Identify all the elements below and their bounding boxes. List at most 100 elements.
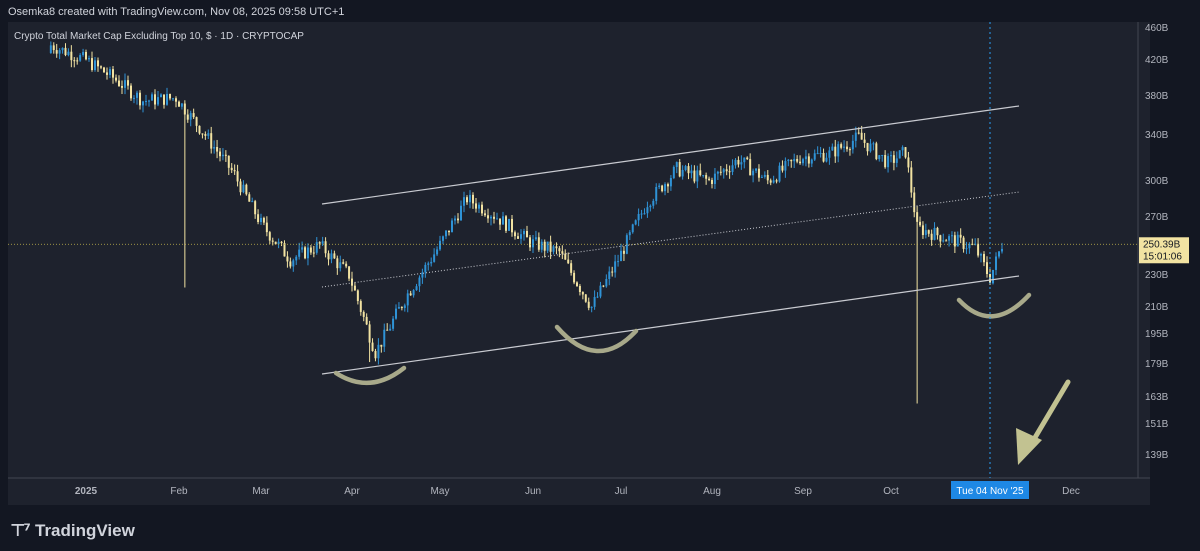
- candle-body: [103, 67, 105, 73]
- candle-body: [127, 80, 129, 86]
- candle-body: [784, 160, 787, 171]
- channel-lower-line[interactable]: [321, 275, 1020, 375]
- candle-body: [245, 184, 248, 195]
- candle-body: [816, 153, 819, 155]
- candle-body: [469, 194, 471, 203]
- candle-body: [475, 203, 477, 209]
- candle-body: [872, 143, 875, 145]
- candle-body: [118, 80, 120, 87]
- candle-body: [496, 218, 498, 220]
- bottom-arc-3[interactable]: [956, 292, 1032, 319]
- candle-body: [389, 328, 392, 331]
- arrow-icon[interactable]: [1016, 379, 1071, 465]
- candle-body: [448, 230, 450, 233]
- candle-body: [380, 344, 383, 347]
- tradingview-logo[interactable]: ⊤⁷ TradingView: [10, 521, 135, 541]
- candle-body: [578, 285, 581, 292]
- candle-body: [810, 159, 813, 164]
- current-price-label: 250.39B: [1143, 239, 1181, 250]
- candle-body: [904, 147, 907, 158]
- candle-body: [567, 259, 570, 264]
- candle-body: [652, 200, 655, 206]
- candle-body: [315, 242, 318, 253]
- candle-body: [415, 286, 418, 291]
- candle-body: [956, 234, 959, 247]
- candle-body: [262, 217, 265, 223]
- candle-body: [386, 329, 389, 331]
- candle-body: [445, 230, 447, 237]
- candle-body: [295, 256, 298, 261]
- candle-body: [590, 306, 593, 308]
- candle-body: [412, 290, 415, 296]
- candle-body: [216, 146, 219, 152]
- candle-body: [901, 147, 904, 151]
- candle-body: [70, 51, 73, 61]
- candle-body: [713, 173, 716, 184]
- candle-body: [587, 301, 590, 308]
- candle-body: [962, 237, 965, 249]
- candle-body: [655, 186, 658, 201]
- candle-body: [198, 125, 201, 134]
- bottom-arc-2[interactable]: [554, 324, 639, 354]
- candle-body: [142, 101, 144, 106]
- channel-mid-line[interactable]: [321, 191, 1020, 288]
- y-tick-label: 139B: [1145, 450, 1169, 461]
- y-tick-label: 300B: [1145, 176, 1169, 187]
- candle-body: [637, 213, 640, 221]
- candle-body: [505, 216, 507, 231]
- chart-title: Crypto Total Market Cap Excluding Top 10…: [14, 31, 304, 42]
- x-tick-label: Aug: [703, 486, 721, 497]
- candle-body: [837, 144, 840, 157]
- price-chart[interactable]: Crypto Total Market Cap Excluding Top 10…: [0, 0, 1200, 551]
- candle-body: [543, 241, 546, 251]
- candle-body: [91, 58, 93, 70]
- candle-body: [523, 230, 525, 235]
- y-tick-label: 420B: [1145, 55, 1169, 66]
- candle-body: [451, 220, 453, 233]
- candle-body: [910, 167, 913, 193]
- candle-body: [755, 168, 758, 171]
- candle-body: [517, 236, 519, 239]
- candle-body: [690, 170, 693, 174]
- candle-body: [418, 277, 421, 287]
- candle-body: [843, 146, 846, 148]
- candle-body: [599, 285, 602, 297]
- candle-body: [351, 278, 353, 286]
- tradingview-logo-text: TradingView: [35, 521, 135, 540]
- candle-body: [678, 162, 681, 177]
- candle-body: [581, 291, 584, 295]
- candle-body: [725, 169, 728, 172]
- candle-body: [121, 86, 123, 88]
- candle-body: [207, 133, 210, 136]
- candle-body: [936, 227, 939, 236]
- candle-body: [130, 85, 132, 99]
- candle-body: [257, 214, 260, 222]
- candle-body: [260, 217, 262, 222]
- candle-body: [799, 161, 802, 164]
- candle-body: [878, 155, 881, 160]
- x-tick-label: Mar: [252, 486, 270, 497]
- candle-body: [76, 60, 79, 62]
- candle-body: [172, 98, 174, 100]
- candle-body: [552, 246, 555, 252]
- candle-body: [661, 185, 664, 192]
- candle-body: [769, 180, 772, 183]
- x-tick-label: May: [431, 486, 450, 497]
- candle-body: [139, 92, 141, 106]
- candle-body: [271, 240, 274, 242]
- candle-body: [201, 133, 204, 135]
- candle-body: [584, 294, 587, 302]
- candle-body: [309, 247, 312, 253]
- candle-body: [52, 45, 55, 51]
- candle-body: [67, 51, 70, 56]
- candle-body: [289, 261, 292, 267]
- tradingview-logo-icon: ⊤⁷: [10, 521, 31, 541]
- candle-body: [236, 171, 239, 182]
- candle-body: [930, 233, 933, 240]
- candle-body: [251, 201, 254, 203]
- y-tick-label: 179B: [1145, 359, 1169, 370]
- candle-body: [711, 179, 713, 184]
- candle-body: [772, 180, 775, 183]
- candle-body: [875, 143, 878, 160]
- candle-body: [708, 178, 711, 180]
